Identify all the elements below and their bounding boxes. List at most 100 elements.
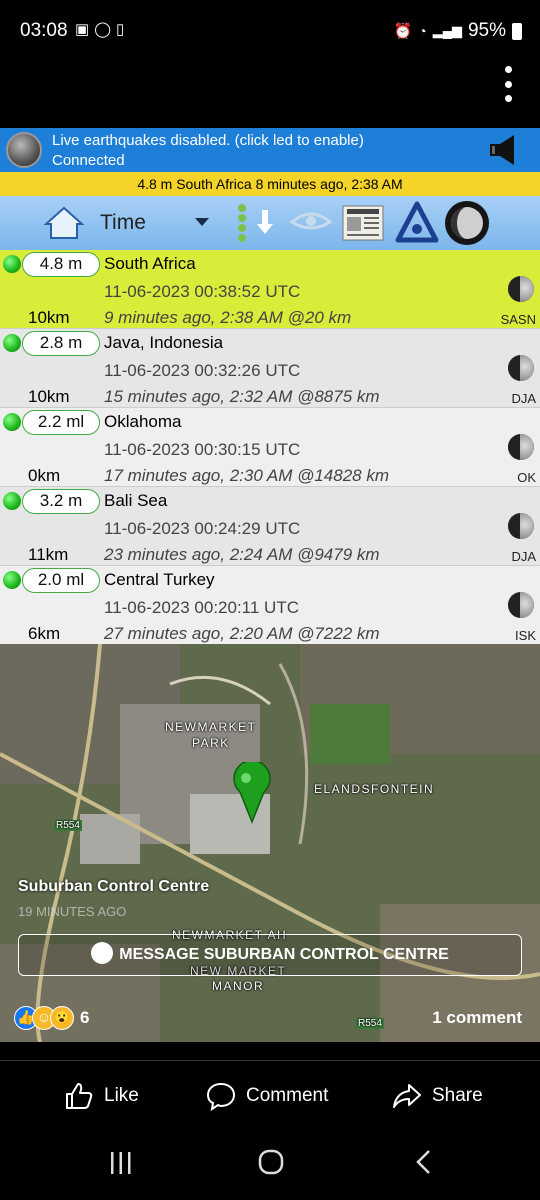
battery-icon	[512, 22, 522, 40]
quake-utc-time: 11-06-2023 00:30:15 UTC	[104, 440, 301, 459]
clipboard-icon: ▯	[115, 21, 125, 38]
magnitude-badge: 3.2 m	[22, 489, 100, 514]
quake-utc-time: 11-06-2023 00:38:52 UTC	[104, 282, 301, 301]
quake-row[interactable]: 2.8 m Java, Indonesia 11-06-2023 00:32:26 …	[0, 329, 540, 408]
map-label-elandsfontein: ELANDSFONTEIN	[314, 782, 435, 796]
back-icon[interactable]	[412, 1148, 436, 1176]
comment-button[interactable]: Comment	[206, 1081, 328, 1111]
alert-triangle-icon[interactable]	[394, 200, 440, 246]
filter-toolbar: Time	[0, 196, 540, 250]
comment-icon	[206, 1082, 236, 1111]
eye-icon[interactable]	[288, 200, 334, 246]
map-label-park-2: PARK	[192, 736, 230, 750]
wifi-icon: ◔	[418, 23, 427, 39]
quake-network: DJA	[511, 549, 536, 564]
quake-network: ISK	[515, 628, 536, 643]
map-pin-icon[interactable]	[232, 762, 272, 824]
status-led-icon	[3, 492, 21, 510]
filter-list-icon[interactable]	[232, 200, 278, 246]
post-timestamp: 19 MINUTES AGO	[18, 904, 127, 919]
quake-relative-time: 15 minutes ago, 2:32 AM @8875 km	[104, 387, 380, 406]
system-icons: ⏰ ◔ ▂▄▆ 95%	[394, 20, 522, 42]
status-led-icon	[3, 334, 21, 352]
message-button-label: MESSAGE SUBURBAN CONTROL CENTRE	[119, 946, 449, 963]
status-bar: 03:08 ▣ ◯ ▯ ⏰ ◔ ▂▄▆ 95%	[0, 0, 540, 62]
app-toolbar	[0, 62, 540, 128]
sort-select[interactable]: Time	[100, 211, 146, 235]
comment-label: Comment	[246, 1085, 329, 1106]
map-image[interactable]: NEWMARKET PARK ELANDSFONTEIN R554 NEWMAR…	[0, 644, 540, 1042]
quake-relative-time: 17 minutes ago, 2:30 AM @14828 km	[104, 466, 390, 485]
quake-row[interactable]: 2.2 ml Oklahoma 11-06-2023 00:30:15 UTC 17 …	[0, 408, 540, 487]
magnitude-badge: 2.2 ml	[22, 410, 100, 435]
magnitude-badge: 2.8 m	[22, 331, 100, 356]
live-status-bar: Live earthquakes disabled. (click led to…	[0, 128, 540, 172]
quake-relative-time: 23 minutes ago, 2:24 AM @9479 km	[104, 545, 380, 564]
quake-network: OK	[517, 470, 536, 485]
chevron-down-icon[interactable]	[195, 218, 209, 226]
gallery-icon: ▣	[75, 21, 90, 38]
quake-location: Bali Sea	[104, 491, 168, 510]
status-led-icon	[3, 571, 21, 589]
quake-location: South Africa	[104, 254, 196, 273]
alarm-icon: ⏰	[393, 23, 413, 40]
quake-utc-time: 11-06-2023 00:20:11 UTC	[104, 598, 299, 617]
notification-icons: ▣ ◯ ▯	[75, 20, 124, 38]
quake-row[interactable]: 4.8 m South Africa 11-06-2023 00:38:52 UTC…	[0, 250, 540, 329]
quake-utc-time: 11-06-2023 00:32:26 UTC	[104, 361, 301, 380]
home-icon[interactable]	[44, 206, 84, 240]
quake-row[interactable]: 2.0 ml Central Turkey 11-06-2023 00:20:11 …	[0, 566, 540, 644]
like-button[interactable]: Like	[64, 1081, 139, 1111]
map-background	[0, 644, 540, 1042]
share-icon	[393, 1084, 421, 1108]
map-label-road-2: R554	[356, 1018, 384, 1029]
battery-level: 95%	[467, 20, 506, 41]
signal-icon: ▂▄▆	[432, 23, 462, 38]
quake-depth: 11km	[28, 545, 69, 564]
magnitude-badge: 4.8 m	[22, 252, 100, 277]
live-led-toggle[interactable]	[6, 132, 42, 168]
thumbs-up-icon	[66, 1083, 93, 1109]
quake-depth: 10km	[28, 387, 70, 406]
moon-phase-icon	[508, 434, 534, 460]
map-label-manor-2: MANOR	[212, 979, 265, 993]
recent-apps-icon[interactable]	[108, 1150, 134, 1176]
status-led-icon	[3, 255, 21, 273]
quake-network: DJA	[511, 391, 536, 406]
comment-count[interactable]: 1 comment	[432, 1008, 522, 1028]
quake-location: Central Turkey	[104, 570, 215, 589]
message-page-button[interactable]: MESSAGE SUBURBAN CONTROL CENTRE	[18, 934, 522, 976]
moon-phase-icon	[508, 592, 534, 618]
quake-network: SASN	[500, 312, 536, 327]
quake-depth: 10km	[28, 308, 70, 327]
quake-location: Oklahoma	[104, 412, 182, 431]
post-author[interactable]: Suburban Control Centre	[18, 878, 209, 896]
quake-depth: 6km	[28, 624, 61, 643]
latest-quake-banner[interactable]: 4.8 m South Africa 8 minutes ago, 2:38 A…	[0, 172, 540, 196]
like-label: Like	[104, 1085, 139, 1106]
share-button[interactable]: Share	[392, 1081, 483, 1111]
post-actions: Like Comment Share	[0, 1060, 540, 1130]
wow-reaction-icon: 😮	[50, 1006, 74, 1030]
whatsapp-icon: ◯	[94, 21, 111, 38]
news-icon[interactable]	[340, 200, 386, 246]
quake-row[interactable]: 3.2 m Bali Sea 11-06-2023 00:24:29 UTC 23 m…	[0, 487, 540, 566]
speaker-icon[interactable]	[488, 133, 522, 167]
quake-location: Java, Indonesia	[104, 333, 224, 352]
messenger-icon	[91, 941, 114, 964]
overflow-menu-icon[interactable]	[502, 66, 514, 102]
system-nav-bar	[0, 1130, 540, 1200]
moon-phase-icon	[508, 513, 534, 539]
quake-utc-time: 11-06-2023 00:24:29 UTC	[104, 519, 301, 538]
magnitude-badge: 2.0 ml	[22, 568, 100, 593]
map-label-park: NEWMARKET	[165, 720, 257, 734]
share-label: Share	[432, 1085, 483, 1106]
moon-icon[interactable]	[444, 200, 490, 246]
home-nav-icon[interactable]	[257, 1148, 285, 1176]
quake-depth: 0km	[28, 466, 61, 485]
quake-list: 4.8 m South Africa 11-06-2023 00:38:52 UTC…	[0, 250, 540, 644]
moon-phase-icon	[508, 355, 534, 381]
moon-phase-icon	[508, 276, 534, 302]
reactions-summary[interactable]: 👍 ☺ 😮 6	[14, 1006, 89, 1030]
map-label-road: R554	[54, 820, 82, 831]
